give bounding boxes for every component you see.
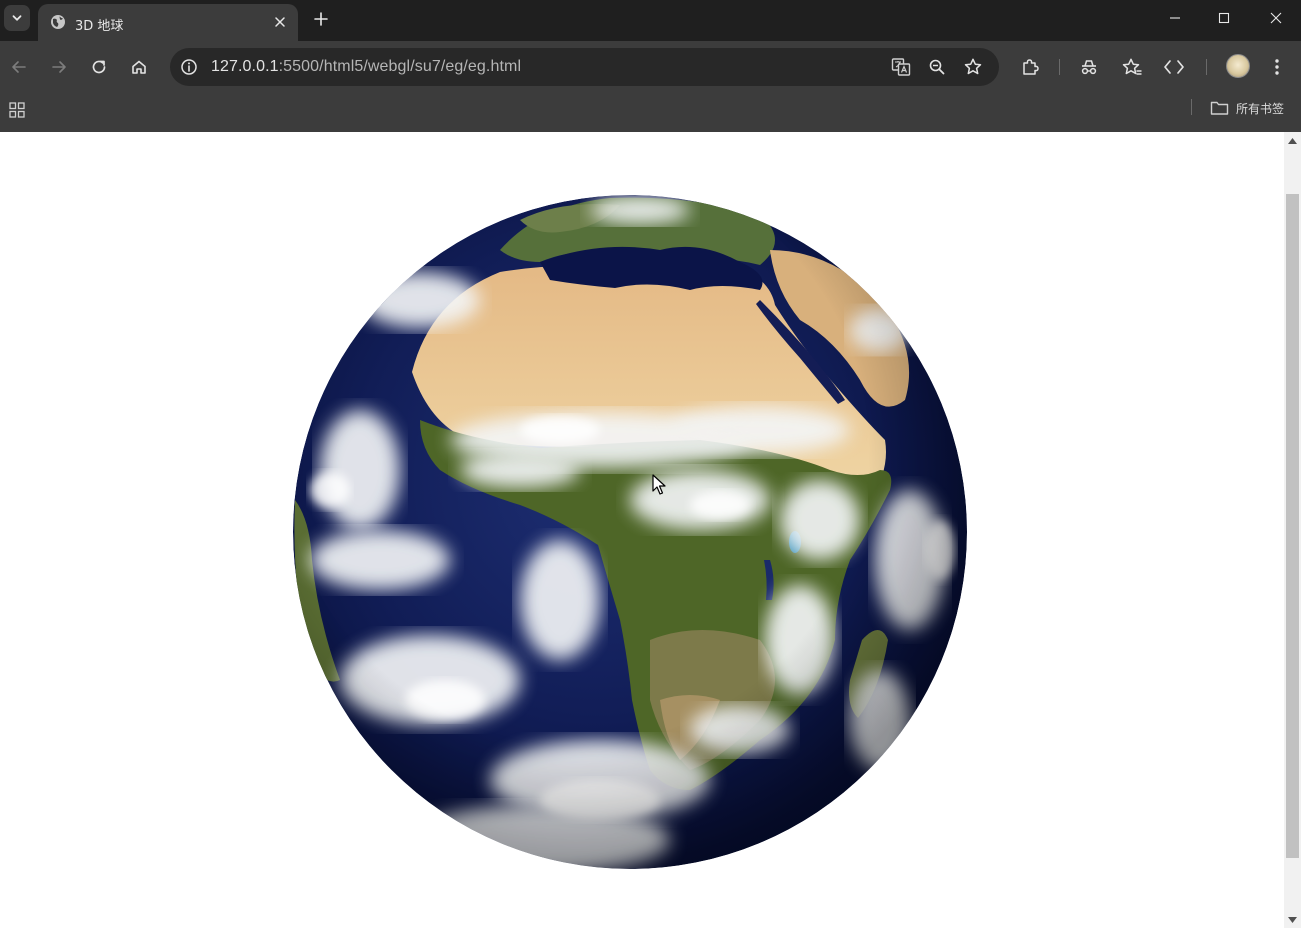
- toolbar-divider: [1059, 59, 1060, 75]
- vertical-scrollbar[interactable]: [1284, 132, 1301, 928]
- all-bookmarks-button[interactable]: 所有书签: [1210, 97, 1284, 119]
- mouse-cursor-icon: [652, 474, 666, 495]
- webgl-canvas[interactable]: [0, 132, 1284, 928]
- forward-arrow-icon: [52, 61, 66, 73]
- browser-toolbar: 127.0.0.1:5500/html5/webgl/su7/eg/eg.htm…: [0, 41, 1301, 93]
- scroll-up-button[interactable]: [1284, 132, 1301, 149]
- chevron-down-icon: [12, 15, 22, 21]
- apps-button[interactable]: [6, 99, 28, 121]
- back-arrow-icon: [12, 61, 26, 73]
- page-viewport: [0, 132, 1284, 928]
- apps-grid-icon: [9, 102, 25, 118]
- reload-button[interactable]: [86, 54, 112, 80]
- favorites-button[interactable]: [1119, 54, 1145, 80]
- triangle-up-icon: [1288, 137, 1297, 144]
- favorites-icon: [1122, 58, 1142, 75]
- url-path: :5500/html5/webgl/su7/eg/eg.html: [278, 58, 522, 75]
- close-window-button[interactable]: [1251, 0, 1301, 36]
- reload-icon: [92, 60, 106, 74]
- scrollbar-thumb[interactable]: [1286, 194, 1299, 858]
- performance-button[interactable]: [1076, 54, 1102, 80]
- toolbar-divider: [1206, 59, 1207, 75]
- all-bookmarks-label: 所有书签: [1236, 101, 1285, 116]
- performance-icon: [1081, 60, 1097, 75]
- extensions-button[interactable]: [1017, 54, 1043, 80]
- site-info-icon: [181, 59, 197, 75]
- scroll-down-button[interactable]: [1284, 911, 1301, 928]
- triangle-down-icon: [1288, 916, 1297, 923]
- home-icon: [132, 60, 146, 74]
- globe-icon: [50, 14, 66, 35]
- maximize-icon: [1218, 12, 1230, 24]
- extensions-icon: [1023, 59, 1039, 75]
- site-info-button[interactable]: [176, 54, 202, 80]
- url-host: 127.0.0.1: [211, 58, 279, 75]
- url-text: 127.0.0.1:5500/html5/webgl/su7/eg/eg.htm…: [211, 58, 521, 76]
- bookmark-star-icon: [964, 58, 982, 75]
- bookmark-star-button[interactable]: [961, 55, 985, 79]
- home-button[interactable]: [126, 54, 152, 80]
- profile-avatar[interactable]: [1226, 54, 1250, 78]
- close-icon[interactable]: [272, 14, 288, 35]
- new-tab-button[interactable]: [310, 8, 332, 30]
- zoom-icon: [929, 59, 945, 75]
- zoom-button[interactable]: [925, 55, 949, 79]
- bookmarks-divider: [1191, 99, 1192, 115]
- devtools-button[interactable]: [1161, 54, 1187, 80]
- forward-button[interactable]: [46, 54, 72, 80]
- more-menu-icon: [1275, 59, 1279, 75]
- more-menu-button[interactable]: [1264, 54, 1290, 80]
- plus-icon: [314, 12, 328, 26]
- minimize-icon: [1170, 17, 1180, 19]
- bookmarks-bar: 所有书签: [0, 93, 1301, 132]
- devtools-icon: [1164, 60, 1184, 74]
- back-button[interactable]: [6, 54, 32, 80]
- translate-icon: [891, 58, 911, 76]
- folder-icon: [1210, 101, 1229, 115]
- tab-search-button[interactable]: [4, 5, 30, 31]
- close-icon: [1270, 12, 1282, 24]
- translate-button[interactable]: [889, 55, 913, 79]
- tab-title: 3D 地球: [75, 19, 124, 34]
- earth-globe[interactable]: [293, 195, 967, 875]
- address-bar[interactable]: 127.0.0.1:5500/html5/webgl/su7/eg/eg.htm…: [170, 48, 999, 86]
- browser-tab[interactable]: 3D 地球: [38, 4, 298, 41]
- title-bar: 3D 地球: [0, 0, 1301, 41]
- minimize-button[interactable]: [1150, 0, 1200, 36]
- maximize-button[interactable]: [1199, 0, 1249, 36]
